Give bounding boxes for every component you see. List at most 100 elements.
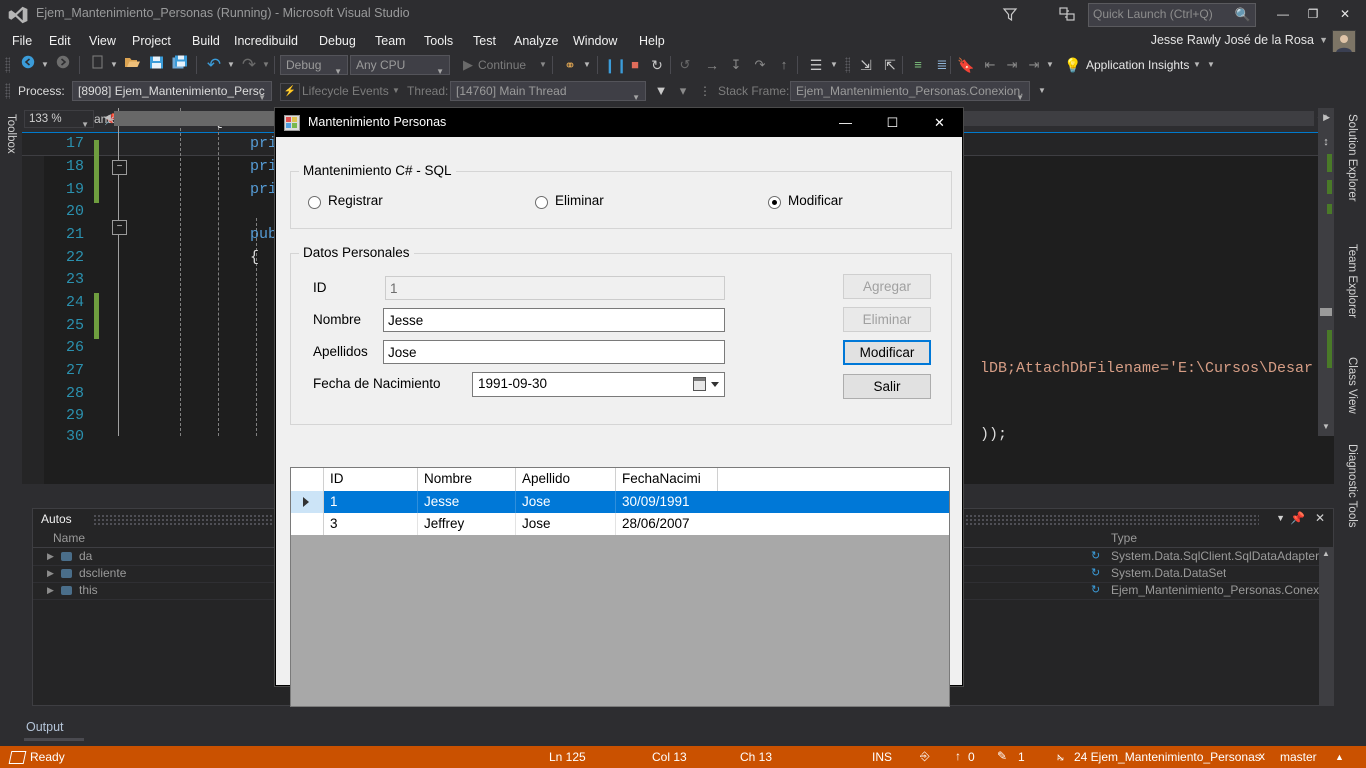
open-file-icon[interactable] bbox=[122, 55, 142, 75]
toolbar-overflow-icon[interactable]: ▼ bbox=[1038, 86, 1046, 95]
scroll-down-icon[interactable]: ▼ bbox=[1319, 420, 1333, 434]
cell-nombre[interactable]: Jesse bbox=[418, 491, 516, 513]
status-edits-count[interactable]: 1 bbox=[1018, 750, 1025, 764]
threads-icon[interactable]: ☰ bbox=[806, 55, 826, 75]
column-header-id[interactable]: ID bbox=[324, 468, 418, 491]
apellidos-input[interactable] bbox=[383, 340, 725, 364]
editor-vertical-scrollbar[interactable]: ↕ ▲ ▼ bbox=[1318, 108, 1334, 436]
outdent-icon[interactable]: ≣ bbox=[932, 55, 952, 75]
menu-test[interactable]: Test bbox=[467, 32, 502, 50]
toolbar-grip[interactable] bbox=[5, 57, 10, 73]
menu-edit[interactable]: Edit bbox=[43, 32, 77, 50]
save-all-icon[interactable] bbox=[170, 55, 190, 75]
stop-icon[interactable]: ■ bbox=[626, 55, 644, 75]
chevron-down-icon[interactable]: ▼ bbox=[436, 62, 444, 74]
application-insights-label[interactable]: Application Insights bbox=[1086, 58, 1189, 72]
column-header-apellido[interactable]: Apellido bbox=[516, 468, 616, 491]
collapse-region-button[interactable]: − bbox=[112, 220, 127, 235]
step-up-icon[interactable]: ↑ bbox=[775, 55, 793, 75]
row-header[interactable] bbox=[291, 513, 324, 535]
menu-help[interactable]: Help bbox=[633, 32, 671, 50]
redo-icon[interactable]: ↷ bbox=[239, 55, 259, 75]
hot-reload-icon[interactable]: ⚭ bbox=[560, 55, 580, 75]
cell-apellido[interactable]: Jose bbox=[516, 491, 616, 513]
menu-file[interactable]: File bbox=[6, 32, 38, 50]
column-header-name[interactable]: Name bbox=[53, 531, 85, 545]
status-solution-name[interactable]: 24 Ejem_Mantenimiento_Personas bbox=[1074, 750, 1261, 764]
eliminar-button[interactable]: Eliminar bbox=[843, 307, 931, 332]
branch-icon[interactable]: x bbox=[1259, 749, 1265, 763]
cell-nombre[interactable]: Jeffrey bbox=[418, 513, 516, 535]
calendar-icon[interactable] bbox=[693, 377, 706, 391]
menu-analyze[interactable]: Analyze bbox=[508, 32, 564, 50]
pin-icon[interactable]: 📌 bbox=[1290, 511, 1305, 525]
radio-eliminar-indicator[interactable] bbox=[535, 196, 548, 209]
refresh-icon[interactable]: ↻ bbox=[1091, 583, 1100, 596]
play-continue-icon[interactable]: ▶ bbox=[460, 55, 476, 75]
scroll-up-icon[interactable]: ▲ bbox=[1320, 549, 1332, 561]
chevron-down-icon[interactable]: ▼ bbox=[830, 60, 838, 69]
menu-tools[interactable]: Tools bbox=[418, 32, 459, 50]
chevron-down-icon[interactable]: ▼ bbox=[583, 60, 591, 69]
editor-zoom-combo[interactable]: 133 % ▼ bbox=[24, 110, 94, 129]
pencil-edit-icon[interactable]: ✎ bbox=[997, 749, 1007, 763]
chevron-down-icon[interactable]: ▼ bbox=[1046, 60, 1054, 69]
source-control-icon[interactable]: ⎆ bbox=[920, 749, 930, 764]
status-pending-changes-count[interactable]: 0 bbox=[968, 750, 975, 764]
window-minimize-button[interactable]: — bbox=[1270, 4, 1296, 24]
chevron-down-icon[interactable]: ▼ bbox=[1016, 88, 1024, 100]
sidebar-item-team-explorer[interactable]: Team Explorer bbox=[1334, 238, 1366, 344]
personas-datagridview[interactable]: ID Nombre Apellido FechaNacimi 1 Jesse J… bbox=[290, 467, 950, 707]
feedback-funnel-icon[interactable] bbox=[1000, 5, 1022, 25]
toolbar-grip[interactable] bbox=[845, 57, 850, 73]
agregar-button[interactable]: Agregar bbox=[843, 274, 931, 299]
process-combo[interactable]: [8908] Ejem_Mantenimiento_Persc ▼ bbox=[72, 81, 272, 101]
chevron-down-icon[interactable]: ▼ bbox=[227, 60, 235, 69]
sidebar-item-diagnostic-tools[interactable]: Diagnostic Tools bbox=[1334, 438, 1366, 550]
lifecycle-events-label[interactable]: Lifecycle Events bbox=[302, 84, 389, 98]
radio-registrar-indicator[interactable] bbox=[308, 196, 321, 209]
sidebar-item-toolbox[interactable]: Toolbox bbox=[2, 112, 20, 186]
tab-output[interactable]: Output bbox=[24, 718, 144, 741]
step-into-icon[interactable]: ↧ bbox=[727, 55, 745, 75]
step-over-icon[interactable]: → bbox=[703, 55, 721, 75]
expand-arrow-icon[interactable]: ▶ bbox=[47, 568, 54, 579]
radio-modificar-indicator[interactable] bbox=[768, 196, 781, 209]
salir-button[interactable]: Salir bbox=[843, 374, 931, 399]
status-branch-name[interactable]: master bbox=[1280, 750, 1317, 764]
chevron-down-icon[interactable] bbox=[711, 382, 719, 387]
bookmark-icon[interactable]: 🔖 bbox=[956, 55, 976, 75]
cell-id[interactable]: 1 bbox=[324, 491, 418, 513]
nombre-input[interactable] bbox=[383, 308, 725, 332]
repository-icon[interactable]: ⦮ bbox=[1057, 749, 1064, 764]
restart-icon[interactable]: ↻ bbox=[648, 55, 666, 75]
clear-bookmarks-icon[interactable]: ⇥ bbox=[1024, 55, 1044, 75]
menu-build[interactable]: Build bbox=[186, 32, 226, 50]
chevron-down-icon[interactable]: ▼ bbox=[392, 86, 400, 95]
column-header-fechanacimiento[interactable]: FechaNacimi bbox=[616, 468, 718, 491]
sidebar-item-class-view[interactable]: Class View bbox=[1334, 351, 1366, 431]
datagrid-corner-header[interactable] bbox=[291, 468, 324, 491]
navigate-forward-icon[interactable] bbox=[53, 55, 73, 75]
cell-fecha[interactable]: 28/06/2007 bbox=[616, 513, 718, 535]
refresh-icon[interactable]: ↻ bbox=[1091, 549, 1100, 562]
cell-apellido[interactable]: Jose bbox=[516, 513, 616, 535]
flagged-threads-icon[interactable]: ▾ bbox=[674, 81, 692, 101]
menu-project[interactable]: Project bbox=[126, 32, 177, 50]
solution-platform-combo[interactable]: Any CPU ▼ bbox=[350, 55, 450, 75]
window-close-button[interactable]: ✕ bbox=[1332, 4, 1358, 24]
indent-icon[interactable]: ≡ bbox=[908, 55, 928, 75]
table-row[interactable]: 3 Jeffrey Jose 28/06/2007 bbox=[291, 513, 949, 535]
quick-launch-input[interactable] bbox=[1089, 4, 1233, 24]
column-header-type[interactable]: Type bbox=[1111, 531, 1137, 545]
chevron-down-icon[interactable]: ▼ bbox=[1193, 60, 1201, 69]
notifications-icon[interactable] bbox=[1057, 5, 1079, 25]
close-icon[interactable]: ✕ bbox=[1315, 511, 1325, 525]
navigate-backward-icon[interactable] bbox=[18, 55, 38, 75]
thread-marker-icon[interactable]: ⋮ bbox=[696, 81, 714, 101]
editor-scrollbar-thumb[interactable] bbox=[1320, 308, 1332, 316]
chevron-down-icon[interactable]: ▼ bbox=[1276, 513, 1285, 523]
continue-label[interactable]: Continue bbox=[478, 58, 526, 72]
window-restore-button[interactable]: ❐ bbox=[1300, 4, 1326, 24]
modificar-button[interactable]: Modificar bbox=[843, 340, 931, 365]
